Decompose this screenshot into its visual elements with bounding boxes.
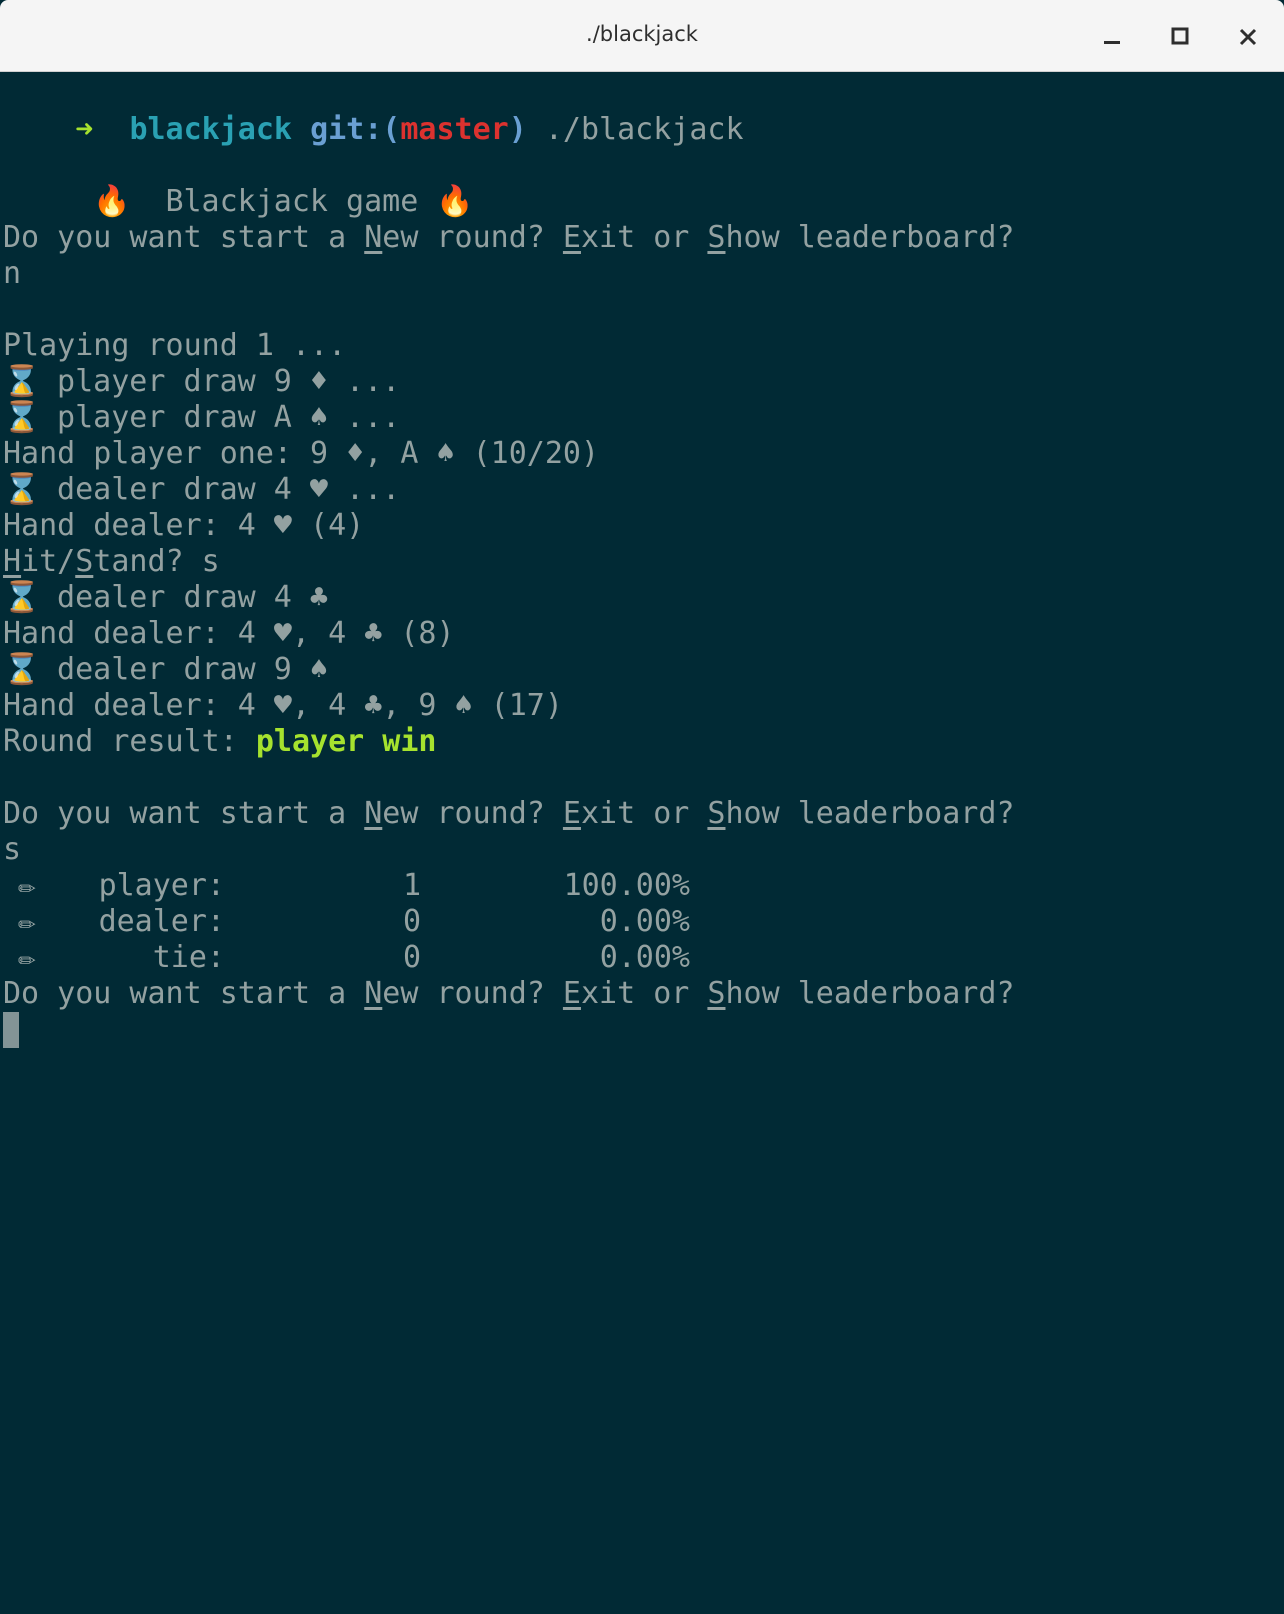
draw-line: ⌛ dealer draw 9 ♠ <box>3 652 328 687</box>
close-icon[interactable] <box>1231 20 1265 54</box>
window-title: ./blackjack <box>586 22 698 46</box>
leaderboard-count: 1 <box>403 868 422 903</box>
hourglass-icon: ⌛ <box>3 364 41 399</box>
leaderboard-count: 0 <box>403 940 422 975</box>
draw-line: ⌛ player draw A ♠ ... <box>3 400 401 435</box>
menu-prompt: Do you want start a New round? Exit or S… <box>3 220 1015 255</box>
leaderboard-count: 0 <box>403 904 422 939</box>
prompt-git-prefix: git:( <box>310 112 401 147</box>
terminal-cursor[interactable] <box>3 1012 19 1048</box>
leaderboard-percent: 100.00% <box>563 868 690 903</box>
hit-stand-prompt: Hit/Stand? s <box>3 544 220 579</box>
hourglass-icon: ⌛ <box>3 580 41 615</box>
prompt-directory: blackjack <box>129 112 292 147</box>
fire-icon: 🔥 <box>436 184 474 219</box>
hourglass-icon: ⌛ <box>3 472 41 507</box>
maximize-icon[interactable] <box>1163 20 1197 54</box>
hand-line: Hand dealer: 4 ♥, 4 ♣, 9 ♠ (17) <box>3 688 563 723</box>
result-value: player win <box>255 724 437 759</box>
prompt-git-suffix: ) <box>508 112 527 147</box>
fire-icon: 🔥 <box>93 184 131 219</box>
menu-prompt: Do you want start a New round? Exit or S… <box>3 796 1015 831</box>
user-input: s <box>3 832 22 867</box>
leaderboard-percent: 0.00% <box>599 904 690 939</box>
hand-line: Hand dealer: 4 ♥, 4 ♣ (8) <box>3 616 455 651</box>
leaderboard-name: player: <box>98 868 225 903</box>
prompt-arrow-icon: ➜ <box>75 112 94 147</box>
leaderboard-name: dealer: <box>98 904 225 939</box>
game-header: 🔥 Blackjack game 🔥 <box>3 148 473 219</box>
leaderboard-name: tie: <box>152 940 225 975</box>
window-titlebar[interactable]: ./blackjack <box>0 0 1284 72</box>
minimize-icon[interactable] <box>1095 20 1129 54</box>
hourglass-icon: ⌛ <box>3 400 41 435</box>
menu-prompt: Do you want start a New round? Exit or S… <box>3 976 1015 1011</box>
terminal-output[interactable]: ➜ blackjack git:(master) ./blackjack 🔥 B… <box>0 74 1284 1050</box>
draw-line: ⌛ player draw 9 ♦ ... <box>3 364 401 399</box>
hourglass-icon: ⌛ <box>3 652 41 687</box>
leaderboard-percent: 0.00% <box>599 940 690 975</box>
user-input: n <box>3 256 22 291</box>
hand-line: Hand player one: 9 ♦, A ♠ (10/20) <box>3 436 600 471</box>
draw-line: ⌛ dealer draw 4 ♥ ... <box>3 472 401 507</box>
round-start: Playing round 1 ... <box>3 328 347 363</box>
hand-line: Hand dealer: 4 ♥ (4) <box>3 508 365 543</box>
game-title: Blackjack game <box>165 184 419 219</box>
prompt-command: ./blackjack <box>526 112 744 147</box>
prompt-git-branch: master <box>400 112 509 147</box>
draw-line: ⌛ dealer draw 4 ♣ <box>3 580 328 615</box>
round-result: Round result: player win <box>3 724 437 759</box>
shell-prompt-line: ➜ blackjack git:(master) ./blackjack <box>3 76 743 147</box>
